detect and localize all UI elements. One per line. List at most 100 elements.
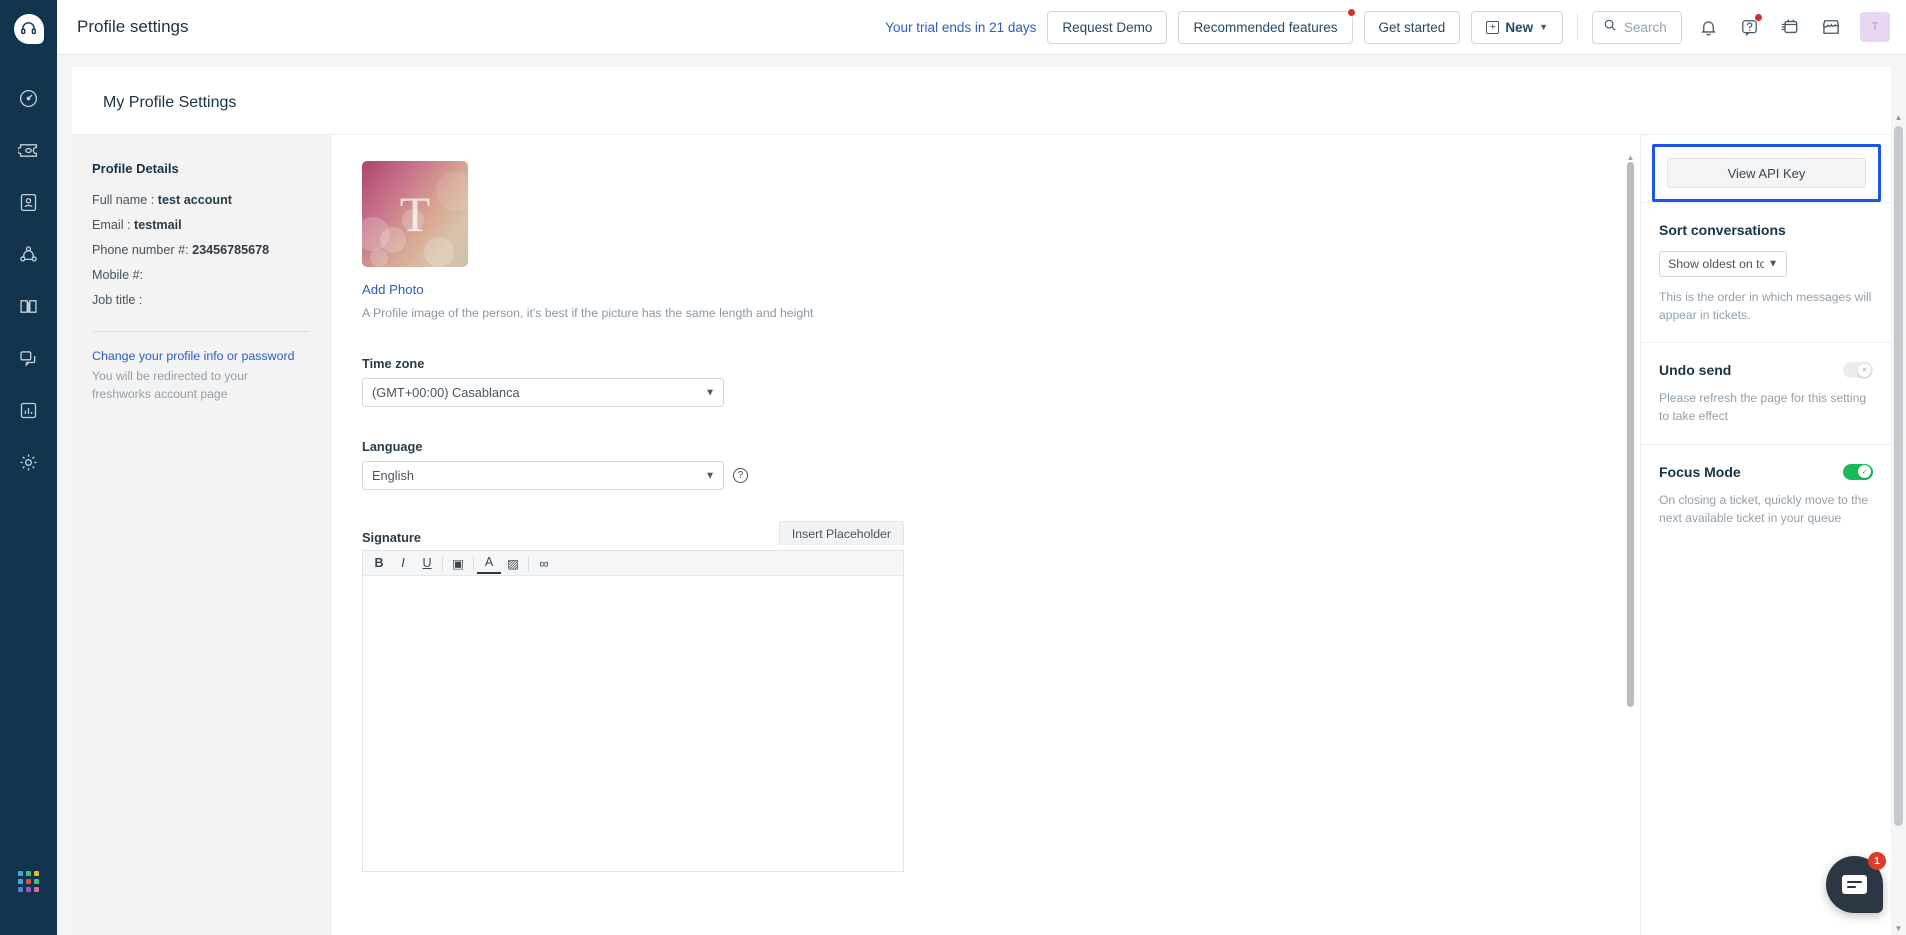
insert-placeholder-label: Insert Placeholder <box>792 527 891 541</box>
profile-details-list: Full name : test account Email : testmail… <box>92 193 310 307</box>
undo-send-description: Please refresh the page for this setting… <box>1659 389 1873 425</box>
sidebar-item-contacts[interactable] <box>0 179 57 231</box>
api-key-highlight-box: View API Key <box>1652 144 1881 202</box>
profile-detail-row: Email : testmail <box>92 218 310 232</box>
view-api-key-button[interactable]: View API Key <box>1667 158 1866 188</box>
undo-send-toggle[interactable]: ✕ <box>1843 362 1873 378</box>
marketplace-icon[interactable] <box>1816 12 1846 42</box>
sort-conversations-section: Sort conversations Show oldest on topSho… <box>1641 202 1891 342</box>
page-scrollbar[interactable]: ▲ ▼ <box>1891 110 1906 935</box>
app-grid-cell <box>34 871 39 876</box>
sidebar-item-tickets[interactable] <box>0 127 57 179</box>
sidebar-item-solutions[interactable] <box>0 283 57 335</box>
new-button-label: New <box>1505 20 1533 35</box>
trial-status-link[interactable]: Your trial ends in 21 days <box>885 20 1036 35</box>
insert-image-icon[interactable]: ▣ <box>446 553 470 574</box>
profile-detail-value: testmail <box>134 218 182 232</box>
focus-mode-toggle[interactable]: ✓ <box>1843 464 1873 480</box>
profile-avatar-image[interactable]: T <box>362 161 468 267</box>
toolbar-separator <box>473 556 474 571</box>
sidebar-item-analytics[interactable] <box>0 387 57 439</box>
get-started-label: Get started <box>1379 20 1446 35</box>
scroll-up-arrow-icon[interactable]: ▲ <box>1626 153 1635 162</box>
get-started-button[interactable]: Get started <box>1364 11 1461 44</box>
scroll-down-arrow-icon[interactable]: ▼ <box>1891 921 1906 935</box>
language-select[interactable]: EnglishFrenchGerman <box>362 461 724 490</box>
header-actions: Your trial ends in 21 days Request Demo … <box>885 11 1890 44</box>
primary-sidebar <box>0 0 57 935</box>
focus-mode-title: Focus Mode <box>1659 464 1741 480</box>
profile-details-panel: Profile Details Full name : test account… <box>72 135 332 935</box>
timezone-label: Time zone <box>362 356 1640 371</box>
language-label: Language <box>362 439 724 454</box>
change-profile-link[interactable]: Change your profile info or password <box>92 349 310 363</box>
search-placeholder-text: Search <box>1624 20 1667 35</box>
sort-conversations-select[interactable]: Show oldest on topShow latest on top <box>1659 251 1787 277</box>
toggle-knob-icon: ✕ <box>1858 364 1871 377</box>
sort-conversations-description: This is the order in which messages will… <box>1659 288 1873 324</box>
app-grid-icon[interactable] <box>0 851 57 911</box>
add-photo-link[interactable]: Add Photo <box>362 282 424 297</box>
sidebar-item-admin[interactable] <box>0 439 57 491</box>
profile-detail-label: Phone number #: <box>92 243 192 257</box>
form-scrollbar[interactable]: ▲ <box>1626 153 1635 733</box>
profile-detail-value: test account <box>158 193 232 207</box>
help-notification-dot-icon <box>1754 13 1763 22</box>
insert-link-icon[interactable]: ∞ <box>532 553 556 574</box>
chevron-down-icon: ▼ <box>1539 22 1548 32</box>
signature-field: Signature Insert Placeholder BIU ▣ A▨ ∞ <box>362 521 904 872</box>
view-api-key-label: View API Key <box>1728 166 1806 181</box>
italic-icon[interactable]: I <box>391 553 415 574</box>
request-demo-button[interactable]: Request Demo <box>1047 11 1167 44</box>
headset-logo-icon <box>14 14 44 44</box>
search-input[interactable]: Search <box>1592 11 1682 44</box>
question-mark-icon[interactable]: ? <box>733 468 748 483</box>
sidebar-item-social[interactable] <box>0 335 57 387</box>
profile-details-title: Profile Details <box>92 161 310 176</box>
app-grid-cell <box>18 871 23 876</box>
profile-detail-row: Full name : test account <box>92 193 310 207</box>
app-grid-cell <box>26 871 31 876</box>
focus-mode-description: On closing a ticket, quickly move to the… <box>1659 491 1873 527</box>
toggle-knob-icon: ✓ <box>1858 465 1871 478</box>
scrollbar-thumb[interactable] <box>1627 162 1634 707</box>
search-icon <box>1603 18 1617 37</box>
new-button[interactable]: + New ▼ <box>1471 11 1563 44</box>
gauge-icon <box>18 88 39 114</box>
chat-unread-badge: 1 <box>1868 852 1886 870</box>
chat-support-button[interactable]: 1 <box>1826 856 1883 913</box>
scroll-up-arrow-icon[interactable]: ▲ <box>1891 110 1906 124</box>
recommended-features-button[interactable]: Recommended features <box>1178 11 1352 44</box>
highlight-color-icon[interactable]: ▨ <box>501 553 525 574</box>
ticket-feed-icon[interactable] <box>1775 12 1805 42</box>
signature-textarea[interactable] <box>363 576 903 871</box>
profile-detail-label: Mobile #: <box>92 268 143 282</box>
timezone-select[interactable]: (GMT+00:00) Casablanca(GMT+00:00) UTC(GM… <box>362 378 724 407</box>
profile-detail-row: Phone number #: 23456785678 <box>92 243 310 257</box>
page-scrollbar-thumb[interactable] <box>1894 126 1903 826</box>
insert-placeholder-button[interactable]: Insert Placeholder <box>779 521 904 545</box>
profile-detail-row: Job title : <box>92 293 310 307</box>
network-nodes-icon <box>18 244 39 270</box>
app-grid-cell <box>18 887 23 892</box>
undo-send-title: Undo send <box>1659 362 1731 378</box>
app-grid-cell <box>26 879 31 884</box>
signature-editor: BIU ▣ A▨ ∞ <box>362 550 904 872</box>
font-color-icon[interactable]: A <box>477 553 501 574</box>
bold-icon[interactable]: B <box>367 553 391 574</box>
bell-icon[interactable] <box>1693 12 1723 42</box>
profile-detail-label: Job title : <box>92 293 142 307</box>
undo-send-section: Undo send ✕ Please refresh the page for … <box>1641 342 1891 443</box>
signature-label: Signature <box>362 530 421 545</box>
chat-windows-icon <box>18 348 39 374</box>
avatar[interactable]: T <box>1860 12 1890 42</box>
app-logo[interactable] <box>0 0 57 57</box>
help-icon[interactable] <box>1734 12 1764 42</box>
toolbar-separator <box>442 556 443 571</box>
divider <box>92 331 310 332</box>
app-grid-cell <box>26 887 31 892</box>
sidebar-item-automation[interactable] <box>0 231 57 283</box>
underline-icon[interactable]: U <box>415 553 439 574</box>
profile-settings-card: My Profile Settings Profile Details Full… <box>72 67 1891 935</box>
sidebar-item-dashboard[interactable] <box>0 75 57 127</box>
